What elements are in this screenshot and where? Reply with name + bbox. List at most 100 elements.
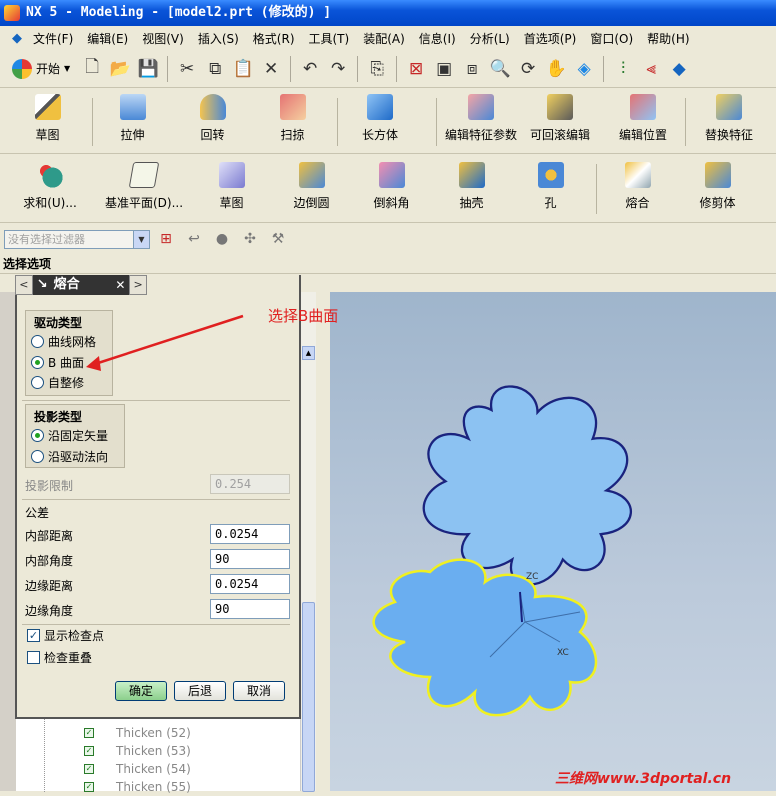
tree-row[interactable]: ✓ Thicken (53)	[16, 742, 300, 760]
menu-format[interactable]: 格式(R)	[246, 30, 302, 47]
replace-feature-button[interactable]: 替换特征	[696, 94, 762, 143]
zoom-icon[interactable]: 🔍	[488, 57, 512, 81]
curve-filter-icon[interactable]: ⚒	[266, 227, 290, 251]
unite-icon	[37, 162, 63, 188]
undo-icon[interactable]: ↶	[298, 57, 322, 81]
edit-feature-params-button[interactable]: 编辑特征参数	[440, 94, 522, 143]
radio-b-surface[interactable]: B 曲面	[31, 355, 84, 371]
copy-icon[interactable]: ⧉	[203, 57, 227, 81]
feature-filter-icon[interactable]: ✣	[238, 227, 262, 251]
datum-plane-icon	[128, 162, 160, 188]
menu-analysis[interactable]: 分析(L)	[463, 30, 517, 47]
navigator-scrollbar[interactable]: ▲	[300, 292, 316, 792]
close-icon[interactable]: ✕	[111, 275, 130, 295]
snap-icon[interactable]: ↩	[182, 227, 206, 251]
rollback-edit-button[interactable]: 可回滚编辑	[527, 94, 593, 143]
blend-fuse-button[interactable]: 熔合	[610, 162, 665, 211]
menu-window[interactable]: 窗口(O)	[583, 30, 640, 47]
radio-fixed-vector[interactable]: 沿固定矢量	[31, 428, 108, 444]
dialog-title-tab[interactable]: ↘ 熔合	[32, 275, 112, 295]
layer-icon[interactable]: ⫶	[611, 57, 635, 81]
toolbar-separator	[396, 55, 398, 82]
sketch-button[interactable]: 草图	[20, 94, 75, 143]
checkbox-icon[interactable]: ✓	[84, 764, 94, 774]
menu-preferences[interactable]: 首选项(P)	[517, 30, 584, 47]
trim-body-button[interactable]: 修剪体	[690, 162, 745, 211]
edge-blend-button[interactable]: 边倒圆	[284, 162, 339, 211]
zoom-box-icon[interactable]: ⧈	[460, 57, 484, 81]
nx-menu-icon[interactable]: ◆	[8, 29, 26, 47]
redo-icon[interactable]: ↷	[326, 57, 350, 81]
chevron-down-icon: ▼	[64, 64, 71, 73]
sweep-button[interactable]: 扫掠	[265, 94, 320, 143]
rotate-icon[interactable]: ⟳	[516, 57, 540, 81]
nx-app-icon	[4, 5, 20, 21]
sketch-button-2[interactable]: 草图	[204, 162, 259, 211]
inner-angle-input[interactable]: 90	[210, 549, 290, 569]
blend-surface-bottom[interactable]	[372, 558, 598, 717]
paste-icon[interactable]: 📋	[231, 57, 255, 81]
tree-row[interactable]: ✓ Thicken (55)	[16, 778, 300, 796]
projection-limit-input[interactable]: 0.254	[210, 474, 290, 494]
menu-edit[interactable]: 编辑(E)	[80, 30, 135, 47]
menu-insert[interactable]: 插入(S)	[191, 30, 246, 47]
radio-self-trim[interactable]: 自整修	[31, 375, 84, 391]
checkbox-icon[interactable]: ✓	[84, 728, 94, 738]
unite-button[interactable]: 求和(U)...	[18, 162, 82, 211]
check-icon: ✓	[27, 629, 40, 642]
start-button[interactable]: 开始 ▼	[6, 58, 76, 79]
radio-curve-mesh[interactable]: 曲线网格	[31, 334, 96, 350]
shell-button[interactable]: 抽壳	[444, 162, 499, 211]
selection-bar: 没有选择过滤器 ▼ ⊞ ↩ ● ✣ ⚒	[0, 226, 776, 252]
extrude-button[interactable]: 拉伸	[105, 94, 160, 143]
inner-distance-input[interactable]: 0.0254	[210, 524, 290, 544]
cancel-button[interactable]: 取消	[233, 681, 285, 701]
datum-plane-button[interactable]: 基准平面(D)...	[96, 162, 192, 211]
open-folder-icon[interactable]: 📂	[108, 57, 132, 81]
show-checkpoints-checkbox[interactable]: ✓ 显示检查点	[27, 628, 104, 644]
check-overlap-checkbox[interactable]: 检查重叠	[27, 650, 92, 666]
body-filter-icon[interactable]: ●	[210, 227, 234, 251]
edit-position-button[interactable]: 编辑位置	[610, 94, 676, 143]
save-icon[interactable]: 💾	[136, 57, 160, 81]
scrollbar-thumb[interactable]	[302, 602, 315, 792]
delete-icon[interactable]: ✕	[259, 57, 283, 81]
chamfer-button[interactable]: 倒斜角	[364, 162, 419, 211]
layer-settings-icon[interactable]: ⫷	[639, 57, 663, 81]
tree-row[interactable]: ✓ Thicken (52)	[16, 724, 300, 742]
shaded-view-icon[interactable]: ◈	[572, 57, 596, 81]
menu-file[interactable]: 文件(F)	[26, 30, 80, 47]
cut-icon[interactable]: ✂	[175, 57, 199, 81]
radio-drive-normal[interactable]: 沿驱动法向	[31, 449, 108, 465]
menu-help[interactable]: 帮助(H)	[640, 30, 696, 47]
ok-button[interactable]: 确定	[115, 681, 167, 701]
scroll-up-icon[interactable]: ▲	[302, 346, 315, 360]
select-mode-icon[interactable]: ⊞	[154, 227, 178, 251]
new-file-icon[interactable]: 🗋	[80, 57, 104, 81]
checkbox-icon[interactable]: ✓	[84, 746, 94, 756]
edge-angle-input[interactable]: 90	[210, 599, 290, 619]
chevron-left-icon[interactable]: <	[15, 275, 33, 295]
b-surface-top[interactable]	[422, 385, 632, 586]
pan-icon[interactable]: ✋	[544, 57, 568, 81]
chevron-right-icon[interactable]: >	[129, 275, 148, 295]
menu-tools[interactable]: 工具(T)	[302, 30, 357, 47]
block-button[interactable]: 长方体	[350, 94, 410, 143]
selection-filter-dropdown[interactable]: 没有选择过滤器 ▼	[4, 229, 150, 249]
edit-params-icon	[468, 94, 494, 120]
hole-button[interactable]: 孔	[523, 162, 578, 211]
render-style-icon[interactable]: ◆	[667, 57, 691, 81]
menu-info[interactable]: 信息(I)	[412, 30, 463, 47]
graphics-viewport[interactable]: ZC XC	[330, 292, 776, 791]
chevron-down-icon[interactable]: ▼	[133, 230, 149, 248]
menu-assembly[interactable]: 装配(A)	[356, 30, 412, 47]
edge-distance-input[interactable]: 0.0254	[210, 574, 290, 594]
zoom-window-icon[interactable]: ▣	[432, 57, 456, 81]
revolve-button[interactable]: 回转	[185, 94, 240, 143]
menu-view[interactable]: 视图(V)	[135, 30, 191, 47]
select-tool-icon[interactable]: ⎘	[365, 57, 389, 81]
back-button[interactable]: 后退	[174, 681, 226, 701]
fit-view-icon[interactable]: ⊠	[404, 57, 428, 81]
tree-row[interactable]: ✓ Thicken (54)	[16, 760, 300, 778]
zc-axis-label: ZC	[526, 572, 539, 582]
